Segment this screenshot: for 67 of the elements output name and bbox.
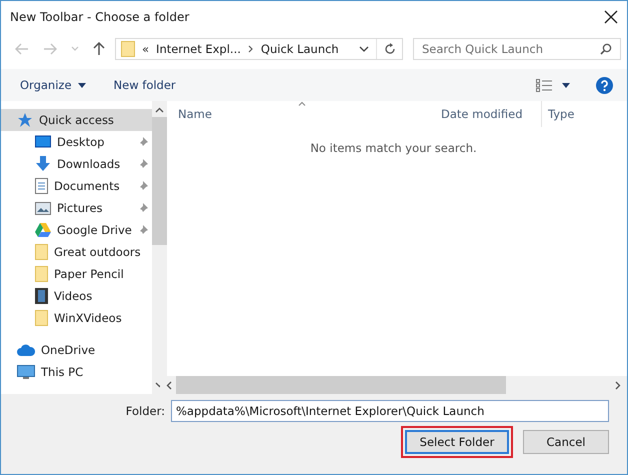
pin-icon[interactable] (138, 158, 148, 170)
pin-icon[interactable] (138, 224, 148, 236)
sort-indicator-icon (298, 101, 306, 106)
folder-icon (121, 41, 135, 57)
folder-label: Folder: (126, 404, 165, 418)
sidebar-item[interactable]: Pictures (1, 197, 152, 219)
sidebar-item[interactable]: Paper Pencil (1, 263, 152, 285)
folder-icon (35, 244, 48, 260)
download-arrow-icon (35, 156, 51, 172)
film-icon (35, 288, 48, 304)
overflow-chevrons[interactable]: « (142, 42, 150, 56)
chevron-down-icon[interactable] (71, 46, 79, 52)
document-icon (35, 178, 48, 194)
sidebar-item[interactable]: Videos (1, 285, 152, 307)
pin-icon[interactable] (138, 180, 148, 192)
scrollbar-thumb[interactable] (152, 117, 167, 245)
cancel-button[interactable]: Cancel (523, 430, 609, 454)
sidebar-item[interactable]: Downloads (1, 153, 152, 175)
horizontal-scrollbar[interactable] (160, 376, 627, 394)
window-title: New Toolbar - Choose a folder (10, 10, 190, 24)
forward-arrow-icon[interactable] (43, 43, 57, 55)
column-header[interactable]: Date modified (422, 101, 542, 127)
organize-menu-button[interactable]: Organize (11, 75, 95, 95)
empty-message: No items match your search. (310, 141, 477, 155)
drive-triangle-icon (35, 223, 51, 237)
help-icon[interactable] (596, 76, 613, 94)
sidebar-item[interactable]: Desktop (1, 131, 152, 153)
pin-icon[interactable] (138, 136, 148, 148)
search-icon (600, 43, 612, 55)
folder-input-field[interactable]: %appdata%\Microsoft\Internet Explorer\Quick Launch (171, 400, 609, 422)
sidebar-item[interactable]: This PC (1, 361, 152, 383)
cloud-icon (17, 344, 35, 356)
breadcrumb-separator-icon (248, 45, 254, 53)
address-bar[interactable]: « Internet Expl... Quick Launch (115, 38, 403, 60)
sidebar-item[interactable]: Quick access (1, 109, 152, 131)
folder-icon (35, 310, 48, 326)
sidebar-item[interactable]: Documents (1, 175, 152, 197)
scroll-right-icon[interactable] (615, 380, 621, 390)
up-arrow-icon[interactable] (93, 42, 105, 56)
scroll-left-icon[interactable] (166, 380, 172, 390)
dropdown-caret-icon[interactable] (359, 46, 369, 52)
scrollbar-thumb[interactable] (176, 376, 506, 394)
pin-icon[interactable] (138, 202, 148, 214)
scroll-up-icon[interactable] (154, 107, 164, 113)
dropdown-caret-icon[interactable] (562, 82, 570, 88)
column-header[interactable]: Type (542, 101, 627, 127)
breadcrumb[interactable]: Quick Launch (260, 42, 339, 56)
view-options-icon[interactable] (536, 78, 552, 92)
select-folder-button[interactable]: Select Folder (405, 430, 509, 454)
folder-icon (35, 266, 48, 282)
new-folder-button[interactable]: New folder (104, 75, 185, 95)
dropdown-caret-icon (78, 82, 86, 88)
column-header[interactable]: Name (160, 101, 422, 127)
desktop-icon (35, 135, 51, 149)
refresh-icon[interactable] (384, 43, 396, 55)
picture-icon (35, 202, 51, 214)
sidebar-item[interactable]: Great outdoors (1, 241, 152, 263)
back-arrow-icon[interactable] (15, 43, 29, 55)
sidebar-item[interactable]: WinXVideos (1, 307, 152, 329)
sidebar-item[interactable]: Google Drive (1, 219, 152, 241)
search-field[interactable]: Search Quick Launch (413, 38, 621, 60)
breadcrumb[interactable]: Internet Expl... (156, 42, 241, 56)
star-icon (17, 112, 33, 128)
close-icon[interactable] (604, 10, 618, 24)
sidebar-item[interactable]: OneDrive (1, 339, 152, 361)
vertical-scrollbar[interactable] (152, 101, 167, 394)
monitor-icon (17, 365, 35, 379)
